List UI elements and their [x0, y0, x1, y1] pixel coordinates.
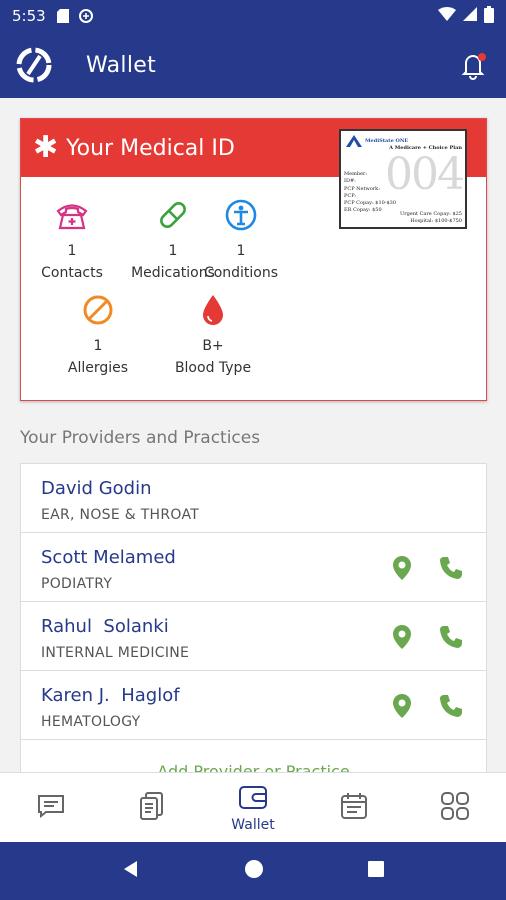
blood-drop-icon: [163, 292, 263, 328]
back-icon[interactable]: [121, 859, 141, 883]
insurance-plan: A Medicare + Choice Plan: [389, 145, 462, 151]
conditions-count: 1: [236, 243, 246, 259]
documents-icon: [138, 791, 166, 825]
data-saver-icon: [78, 8, 94, 24]
medical-id-card[interactable]: ✱ Your Medical ID 004 MediState ONE A Me…: [20, 118, 487, 401]
notification-bell-icon[interactable]: [456, 48, 490, 82]
status-bar: 5:53: [0, 0, 506, 32]
location-pin-icon[interactable]: [392, 624, 412, 654]
status-time: 5:53: [12, 7, 46, 25]
provider-specialty: INTERNAL MEDICINE: [41, 645, 190, 661]
blood-type-value: B+: [202, 338, 224, 354]
wallet-content: ✱ Your Medical ID 004 MediState ONE A Me…: [0, 98, 506, 772]
provider-row[interactable]: David Godin EAR, NOSE & THROAT: [21, 464, 486, 533]
recents-icon[interactable]: [367, 860, 385, 882]
insurance-line: Urgent Care Copay: $25: [400, 211, 462, 217]
insurance-right-lines: Urgent Care Copay: $25 Hospital: $100-$7…: [400, 211, 462, 226]
provider-row[interactable]: Scott Melamed PODIATRY: [21, 533, 486, 602]
app-bar: Wallet: [0, 32, 506, 98]
providers-list: David Godin EAR, NOSE & THROAT Scott Mel…: [20, 463, 487, 772]
calendar-icon: [339, 791, 369, 825]
sd-card-icon: [56, 8, 70, 24]
phone-icon[interactable]: [438, 555, 464, 585]
provider-row[interactable]: Rahul Solanki INTERNAL MEDICINE: [21, 602, 486, 671]
medical-id-title: Your Medical ID: [66, 135, 235, 161]
provider-row[interactable]: Karen J. Haglof HEMATOLOGY: [21, 671, 486, 740]
nav-more[interactable]: [405, 773, 506, 842]
nav-wallet-label: Wallet: [231, 816, 275, 833]
insurance-line: PCP Network:: [344, 185, 380, 192]
signal-icon: [462, 6, 478, 26]
insurance-line: ER Copay: $50: [344, 207, 382, 214]
insurance-line: PCP:: [344, 192, 357, 199]
provider-name: David Godin: [41, 478, 152, 499]
medical-asterisk-icon: ✱: [33, 130, 59, 165]
insurance-line: Member:: [344, 171, 368, 177]
home-icon[interactable]: [244, 859, 264, 883]
bottom-navigation: Wallet: [0, 772, 506, 842]
insurance-line: Hospital: $100-$750: [410, 218, 462, 225]
grid-icon: [440, 791, 470, 825]
nav-calendar[interactable]: [304, 773, 405, 842]
allergies-label: Allergies: [67, 360, 129, 376]
wallet-icon: [238, 783, 268, 815]
insurance-card-image[interactable]: 004 MediState ONE A Medicare + Choice Pl…: [339, 129, 467, 229]
page-title: Wallet: [86, 52, 157, 78]
battery-icon: [484, 5, 494, 27]
chat-icon: [36, 793, 66, 823]
nav-messages[interactable]: [0, 773, 101, 842]
location-pin-icon[interactable]: [392, 693, 412, 723]
phone-icon[interactable]: [438, 693, 464, 723]
provider-name: Karen J. Haglof: [41, 685, 180, 706]
insurance-line: PCP Copay: $10-$30: [344, 200, 397, 206]
system-navigation-bar: [0, 842, 506, 900]
provider-specialty: EAR, NOSE & THROAT: [41, 507, 200, 523]
phone-icon[interactable]: [438, 624, 464, 654]
app-logo-icon[interactable]: [16, 47, 52, 83]
condition-person-icon: [191, 197, 291, 233]
location-pin-icon[interactable]: [392, 555, 412, 585]
provider-name: Rahul Solanki: [41, 616, 169, 637]
add-provider-button[interactable]: Add Provider or Practice: [21, 740, 486, 772]
nav-documents[interactable]: [101, 773, 202, 842]
stat-conditions[interactable]: 1 Conditions: [191, 197, 291, 281]
allergy-prohibited-icon: [48, 292, 148, 328]
stat-blood-type[interactable]: B+ Blood Type: [163, 292, 263, 376]
nav-wallet[interactable]: Wallet: [202, 773, 303, 842]
provider-specialty: PODIATRY: [41, 576, 113, 592]
conditions-label: Conditions: [203, 265, 279, 281]
provider-specialty: HEMATOLOGY: [41, 714, 141, 730]
insurance-brand-name: MediState ONE: [365, 138, 409, 144]
insurance-line: ID#:: [344, 178, 356, 185]
stat-allergies[interactable]: 1 Allergies: [48, 292, 148, 376]
wifi-icon: [438, 6, 456, 26]
allergies-count: 1: [93, 338, 103, 354]
blood-type-label: Blood Type: [174, 360, 252, 376]
insurance-card-number: 004: [385, 149, 465, 200]
insurance-lines: Member: ID#: PCP Network: PCP: PCP Copay…: [344, 171, 396, 215]
provider-name: Scott Melamed: [41, 547, 176, 568]
providers-section-title: Your Providers and Practices: [20, 428, 261, 448]
